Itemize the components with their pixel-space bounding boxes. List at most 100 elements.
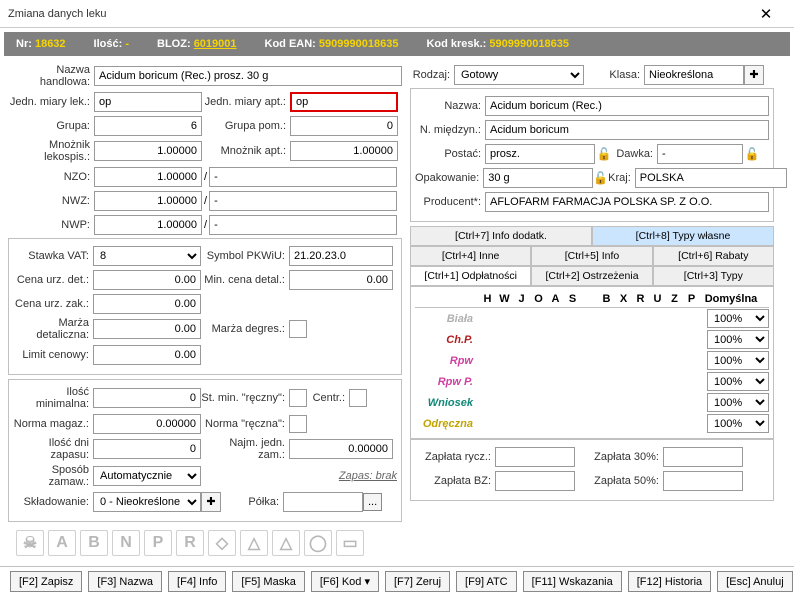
cena-det-input[interactable] [93,270,201,290]
payments-table: HWJOASBXRUZPDomyślnaBiała100%Ch.P.100%Rp… [410,286,774,439]
min-cena-detal-input[interactable] [289,270,393,290]
nazwa-hand-input[interactable] [94,66,402,86]
tab-ctrl6[interactable]: [Ctrl+6] Rabaty [653,246,774,266]
f2-save-button[interactable]: [F2] Zapisz [10,571,82,592]
stawka-vat-label: Stawka VAT: [13,250,93,262]
stawka-vat-select[interactable]: 8 [93,246,201,266]
default-select[interactable]: 100% [707,309,769,328]
centr-chk[interactable] [349,389,367,407]
lock-icon-3[interactable]: 🔓 [593,169,608,187]
close-icon[interactable]: ✕ [746,0,786,28]
f5-mask-button[interactable]: [F5] Maska [232,571,304,592]
zap-rycz-input[interactable] [495,447,575,467]
ean-value: 5909990018635 [319,38,399,50]
jedn-lek-input[interactable] [94,92,202,112]
cena-det-label: Cena urz. det.: [13,274,93,286]
zap-50-label: Zapłata 50%: [575,475,663,487]
dawka-input[interactable] [657,144,743,164]
najm-jedn-label: Najm. jedn. zam.: [201,437,289,461]
nzo2-input[interactable] [209,167,397,187]
zap-50-input[interactable] [663,471,743,491]
zap-bz-label: Zapłata BZ: [415,475,495,487]
nwz-input[interactable] [94,191,202,211]
postac-input[interactable] [485,144,595,164]
f6-kod-button[interactable]: [F6] Kod ▾ [311,571,379,592]
lock-icon-2[interactable]: 🔓 [743,145,761,163]
rodzaj-select[interactable]: Gotowy [454,65,584,85]
producent-input[interactable] [485,192,769,212]
default-select[interactable]: 100% [707,393,769,412]
sposob-zam-select[interactable]: Automatycznie [93,466,201,486]
f3-name-button[interactable]: [F3] Nazwa [88,571,162,592]
tab-ctrl5[interactable]: [Ctrl+5] Info [531,246,652,266]
mnoznik-apt-input[interactable] [290,141,398,161]
sklad-label: Składowanie: [13,496,93,508]
mnoznik-apt-label: Mnożnik apt.: [202,145,290,157]
tab-ctrl2[interactable]: [Ctrl+2] Ostrzeżenia [531,266,652,286]
f12-history-button[interactable]: [F12] Historia [628,571,711,592]
limit-cen-input[interactable] [93,345,201,365]
sklad-select[interactable]: 0 - Nieokreślone [93,492,201,512]
klasa-input[interactable] [644,65,744,85]
default-select[interactable]: 100% [707,372,769,391]
najm-jedn-input[interactable] [289,439,393,459]
default-select[interactable]: 100% [707,414,769,433]
nwz-label: NWZ: [8,195,94,207]
n-miedzyn-input[interactable] [485,120,769,140]
nwp2-input[interactable] [209,215,397,235]
zapas-link[interactable]: Zapas: brak [339,470,397,482]
klasa-plus-button[interactable]: ✚ [744,65,764,85]
f11-indic-button[interactable]: [F11] Wskazania [523,571,622,592]
grupa-input[interactable] [94,116,202,136]
mnoznik-leko-input[interactable] [94,141,202,161]
zap-bz-input[interactable] [495,471,575,491]
nwz2-input[interactable] [209,191,397,211]
f4-info-button[interactable]: [F4] Info [168,571,226,592]
f9-atc-button[interactable]: [F9] ATC [456,571,517,592]
polka-input[interactable] [283,492,363,512]
sklad-plus-button[interactable]: ✚ [201,492,221,512]
esc-cancel-button[interactable]: [Esc] Anuluj [717,571,792,592]
tab-ctrl3[interactable]: [Ctrl+3] Typy [653,266,774,286]
marza-det-input[interactable] [93,319,201,339]
rhombus-icon: ◇ [208,530,236,556]
st-min-recz-chk[interactable] [289,389,307,407]
tab-ctrl7[interactable]: [Ctrl+7] Info dodatk. [410,226,592,246]
ilosc-value: - [125,38,129,50]
tab-ctrl8[interactable]: [Ctrl+8] Typy własne [592,226,774,246]
f7-zero-button[interactable]: [F7] Zeruj [385,571,450,592]
marza-degr-checkbox[interactable] [289,320,307,338]
norma-recz-chk[interactable] [289,415,307,433]
grupa-pom-label: Grupa pom.: [202,120,290,132]
letter-n-icon: N [112,530,140,556]
polka-label: Półka: [221,496,283,508]
nazwa-input[interactable] [485,96,769,116]
ilosc-min-input[interactable] [93,388,201,408]
grupa-pom-input[interactable] [290,116,398,136]
producent-label: Producent*: [415,196,485,208]
ilosc-dni-input[interactable] [93,439,201,459]
zap-30-label: Zapłata 30%: [575,451,663,463]
lock-icon[interactable]: 🔓 [595,145,613,163]
opak-input[interactable] [483,168,593,188]
letter-p-icon: P [144,530,172,556]
mnoznik-leko-label: Mnożnik lekospis.: [8,139,94,163]
rodzaj-label: Rodzaj: [410,69,454,81]
default-select[interactable]: 100% [707,351,769,370]
norma-mag-input[interactable] [93,414,201,434]
opak-label: Opakowanie: [415,172,483,184]
nzo-input[interactable] [94,167,202,187]
category-label: Rpw [415,355,479,367]
tab-ctrl4[interactable]: [Ctrl+4] Inne [410,246,531,266]
kraj-input[interactable] [635,168,787,188]
zap-30-input[interactable] [663,447,743,467]
nwp-input[interactable] [94,215,202,235]
polka-more-button[interactable]: ... [363,493,382,511]
symbol-pkwiu-input[interactable] [289,246,393,266]
tab-ctrl1[interactable]: [Ctrl+1] Odpłatności [410,266,531,286]
nr-value: 18632 [35,38,66,50]
jedn-apt-input[interactable] [290,92,398,112]
bloz-value[interactable]: 6019001 [194,38,237,50]
cena-zak-input[interactable] [93,294,201,314]
default-select[interactable]: 100% [707,330,769,349]
